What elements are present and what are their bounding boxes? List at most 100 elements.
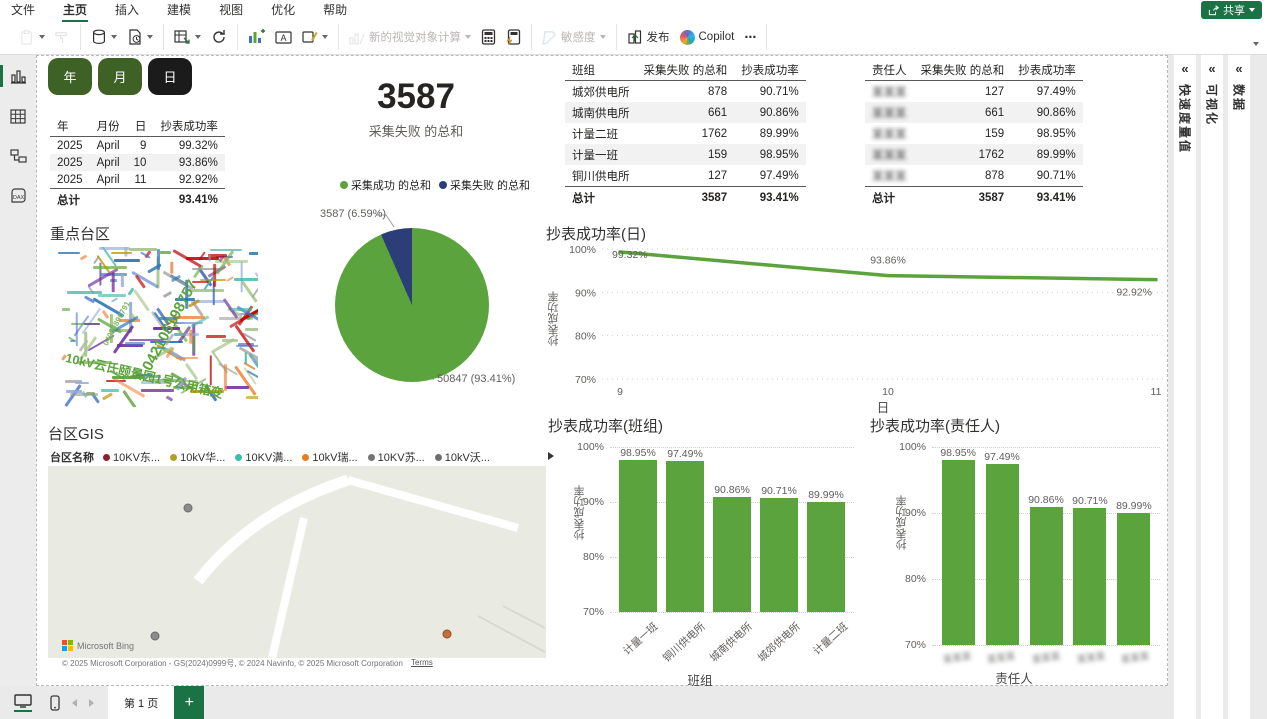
person-success-bar-chart[interactable]: 抄表成功率(责任人) 抄表成功率 100%90%80%70%98.95%97.4… bbox=[870, 415, 1200, 719]
report-canvas[interactable]: 年 月 日 年月份日抄表成功率2025April999.32%2025April… bbox=[36, 55, 1168, 686]
menu-tab-4[interactable]: 视图 bbox=[218, 0, 244, 22]
person-summary-table[interactable]: 责任人采集失败 的总和抄表成功率某某某12797.49%某某某66190.86%… bbox=[865, 59, 1083, 208]
report-view-button[interactable] bbox=[0, 63, 36, 89]
quick-measure-button[interactable] bbox=[506, 29, 521, 45]
table-header-row[interactable]: 年月份日抄表成功率 bbox=[50, 115, 225, 137]
ribbon-more-button[interactable]: ⋯ bbox=[744, 30, 756, 44]
table-row[interactable]: 某某某66190.86% bbox=[865, 102, 1083, 123]
expand-pane-icon[interactable]: « bbox=[1235, 61, 1242, 76]
collapsed-pane-1[interactable]: «可视化 bbox=[1201, 55, 1223, 719]
view-switcher-rail: DAX bbox=[0, 55, 36, 686]
bar-1[interactable]: 97.49% bbox=[666, 447, 704, 612]
slicer-month-button[interactable]: 月 bbox=[98, 58, 142, 95]
table-row[interactable]: 铜川供电所12797.49% bbox=[565, 165, 806, 187]
table-row[interactable]: 某某某176289.99% bbox=[865, 144, 1083, 165]
table-row[interactable]: 计量一班15998.95% bbox=[565, 144, 806, 165]
refresh-button[interactable] bbox=[211, 29, 227, 45]
gis-map-visual[interactable]: 台区GIS 台区名称 10KV东...10kV华...10KV满...10kV瑞… bbox=[48, 423, 560, 677]
recent-sources-button[interactable] bbox=[127, 29, 153, 45]
dax-query-view-button[interactable]: DAX bbox=[0, 183, 36, 209]
date-summary-table[interactable]: 年月份日抄表成功率2025April999.32%2025April1093.8… bbox=[50, 115, 225, 210]
bar-3[interactable]: 90.71% bbox=[1072, 447, 1108, 645]
model-view-button[interactable] bbox=[0, 143, 36, 169]
get-data-button[interactable] bbox=[91, 29, 117, 45]
previous-page-button[interactable] bbox=[72, 699, 77, 707]
bar-0[interactable]: 98.95% bbox=[619, 447, 657, 612]
menu-tab-6[interactable]: 帮助 bbox=[322, 0, 348, 22]
paste-button[interactable] bbox=[20, 30, 45, 45]
copilot-button[interactable]: Copilot bbox=[680, 30, 735, 45]
table-header-row[interactable]: 班组采集失败 的总和抄表成功率 bbox=[565, 59, 806, 81]
menu-tab-3[interactable]: 建模 bbox=[166, 0, 192, 22]
svg-text:日: 日 bbox=[877, 401, 890, 415]
legend-item-1[interactable]: 采集失败 的总和 bbox=[450, 180, 530, 192]
transform-data-button[interactable] bbox=[174, 29, 201, 45]
mobile-layout-button[interactable] bbox=[50, 695, 60, 711]
map-legend-item-1[interactable]: 10kV华... bbox=[170, 449, 225, 465]
menu-tab-0[interactable]: 文件 bbox=[10, 0, 36, 22]
table-total-row[interactable]: 总计358793.41% bbox=[865, 187, 1083, 209]
map-point-orange[interactable] bbox=[443, 630, 451, 638]
bar-3[interactable]: 90.71% bbox=[760, 447, 798, 612]
share-button[interactable]: 共享 bbox=[1201, 1, 1262, 19]
terms-link[interactable]: Terms bbox=[411, 658, 433, 669]
collapsed-pane-0[interactable]: «快速度量值 bbox=[1174, 55, 1196, 719]
slicer-day-button[interactable]: 日 bbox=[148, 58, 192, 95]
legend-item-0[interactable]: 采集成功 的总和 bbox=[351, 180, 431, 192]
map-point-gray-1[interactable] bbox=[184, 504, 192, 512]
expand-pane-icon[interactable]: « bbox=[1181, 61, 1188, 76]
bar-4[interactable]: 89.99% bbox=[1116, 447, 1152, 645]
slicer-year-button[interactable]: 年 bbox=[48, 58, 92, 95]
table-row[interactable]: 某某某87890.71% bbox=[865, 165, 1083, 187]
publish-button[interactable]: 发布 bbox=[627, 29, 670, 45]
table-header-row[interactable]: 责任人采集失败 的总和抄表成功率 bbox=[865, 59, 1083, 81]
table-row[interactable]: 2025April1192.92% bbox=[50, 171, 225, 189]
menu-tab-2[interactable]: 插入 bbox=[114, 0, 140, 22]
team-success-bar-chart[interactable]: 抄表成功率(班组) 抄表成功率 100%90%80%70%98.95%97.49… bbox=[548, 415, 870, 719]
text-box-button[interactable]: A bbox=[275, 30, 292, 45]
table-row[interactable]: 某某某15998.95% bbox=[865, 123, 1083, 144]
map-canvas[interactable] bbox=[48, 466, 546, 658]
map-point-gray-2[interactable] bbox=[151, 632, 159, 640]
next-page-button[interactable] bbox=[89, 699, 94, 707]
table-row[interactable]: 计量二班176289.99% bbox=[565, 123, 806, 144]
menu-tab-5[interactable]: 优化 bbox=[270, 0, 296, 22]
bar-2[interactable]: 90.86% bbox=[1028, 447, 1064, 645]
expand-pane-icon[interactable]: « bbox=[1208, 61, 1215, 76]
menu-tab-1[interactable]: 主页 bbox=[62, 0, 88, 22]
pie-circle[interactable] bbox=[335, 228, 489, 382]
page-tab-1[interactable]: 第 1 页 bbox=[108, 686, 174, 719]
bar-2[interactable]: 90.86% bbox=[713, 447, 751, 612]
svg-text:80%: 80% bbox=[575, 331, 596, 343]
table-row[interactable]: 2025April1093.86% bbox=[50, 154, 225, 171]
map-legend-item-2[interactable]: 10KV满... bbox=[235, 449, 292, 465]
add-page-button[interactable]: + bbox=[174, 686, 204, 719]
table-row[interactable]: 某某某12797.49% bbox=[865, 81, 1083, 103]
wordcloud-visual[interactable]: 重点台区 10kV云氏颐景园1号公用箱变04210519875704080890… bbox=[50, 223, 290, 413]
map-legend-item-3[interactable]: 10kV瑞... bbox=[302, 449, 357, 465]
team-summary-table[interactable]: 班组采集失败 的总和抄表成功率城郊供电所87890.71%城南供电所66190.… bbox=[565, 59, 806, 208]
sensitivity-button[interactable]: 敏感度 bbox=[542, 29, 606, 45]
collapse-ribbon-button[interactable] bbox=[1253, 42, 1259, 46]
table-total-row[interactable]: 总计358793.41% bbox=[565, 187, 806, 209]
bar-1[interactable]: 97.49% bbox=[984, 447, 1020, 645]
bar-4[interactable]: 89.99% bbox=[807, 447, 845, 612]
bar-0[interactable]: 98.95% bbox=[940, 447, 976, 645]
map-legend-item-0[interactable]: 10KV东... bbox=[103, 449, 160, 465]
table-view-button[interactable] bbox=[0, 103, 36, 129]
desktop-layout-button[interactable] bbox=[14, 694, 32, 712]
failed-collection-card[interactable]: 3587 采集失败 的总和 bbox=[286, 77, 546, 140]
format-painter-button[interactable] bbox=[55, 30, 70, 45]
more-visuals-button[interactable] bbox=[302, 29, 328, 45]
collapsed-pane-2[interactable]: «数据 bbox=[1228, 55, 1250, 719]
table-row[interactable]: 2025April999.32% bbox=[50, 137, 225, 155]
table-row[interactable]: 城南供电所66190.86% bbox=[565, 102, 806, 123]
table-row[interactable]: 城郊供电所87890.71% bbox=[565, 81, 806, 103]
table-total-row[interactable]: 总计93.41% bbox=[50, 189, 225, 211]
map-legend-item-4[interactable]: 10KV苏... bbox=[368, 449, 425, 465]
map-legend-item-5[interactable]: 10kV沃... bbox=[435, 449, 490, 465]
new-measure-button[interactable] bbox=[481, 29, 496, 45]
new-visual-calc-button[interactable]: 新的视觉对象计算 bbox=[349, 29, 471, 45]
new-visual-button[interactable] bbox=[248, 29, 265, 45]
collection-pie-chart[interactable]: 3587 (6.59%) 50847 (93.41%) bbox=[316, 205, 576, 405]
